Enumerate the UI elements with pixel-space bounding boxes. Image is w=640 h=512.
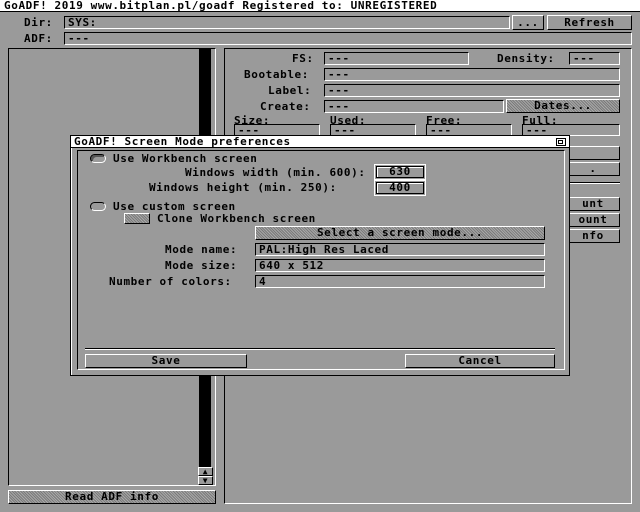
windows-width-field[interactable]: 630	[376, 166, 424, 178]
create-label: Create:	[260, 100, 311, 113]
bootable-field: ---	[324, 68, 620, 81]
dialog-separator	[85, 348, 555, 350]
fs-field: ---	[324, 52, 469, 65]
mode-size-field: 640 x 512	[255, 259, 545, 272]
use-workbench-label: Use Workbench screen	[113, 152, 258, 165]
window-title-bar[interactable]: GoADF! 2019 www.bitplan.pl/goadf Registe…	[0, 0, 640, 12]
dialog-title: GoADF! Screen Mode preferences	[74, 135, 291, 148]
dir-browse-button[interactable]: ...	[512, 15, 544, 30]
clone-workbench-label: Clone Workbench screen	[157, 212, 316, 225]
chevron-up-icon: ▲	[202, 467, 209, 476]
cancel-button[interactable]: Cancel	[405, 354, 555, 368]
bootable-label: Bootable:	[244, 68, 310, 81]
windows-height-label: Windows height (min. 250):	[149, 181, 337, 194]
info-panel-button-5[interactable]: nfo	[566, 229, 620, 243]
dialog-depth-gadget[interactable]	[556, 138, 566, 146]
depth-icon	[558, 140, 563, 144]
info-panel-separator	[566, 182, 620, 184]
use-workbench-radio[interactable]	[90, 154, 106, 163]
scroll-down-button[interactable]: ▼	[198, 476, 213, 485]
adf-label: ADF:	[24, 32, 53, 45]
refresh-button[interactable]: Refresh	[547, 15, 632, 30]
scroll-up-button[interactable]: ▲	[198, 467, 213, 476]
chevron-down-icon: ▼	[202, 476, 209, 485]
label-label: Label:	[268, 84, 312, 97]
dates-button[interactable]: Dates...	[506, 99, 620, 113]
dir-field[interactable]: SYS:	[64, 16, 510, 29]
clone-workbench-checkbox[interactable]	[124, 213, 150, 224]
window-title: GoADF! 2019 www.bitplan.pl/goadf Registe…	[4, 0, 438, 12]
mode-name-label: Mode name:	[165, 243, 238, 256]
num-colors-label: Number of colors:	[109, 275, 232, 288]
info-panel-button-1[interactable]	[566, 146, 620, 160]
screen-mode-dialog: GoADF! Screen Mode preferences Use Workb…	[70, 135, 570, 376]
info-panel-button-4[interactable]: ount	[566, 213, 620, 227]
num-colors-field: 4	[255, 275, 545, 288]
mode-name-field: PAL:High Res Laced	[255, 243, 545, 256]
info-panel-button-2[interactable]: .	[566, 162, 620, 176]
dialog-title-bar[interactable]: GoADF! Screen Mode preferences	[71, 136, 569, 148]
density-label: Density:	[497, 52, 555, 65]
windows-width-label: Windows width (min. 600):	[185, 166, 366, 179]
density-field: ---	[569, 52, 620, 65]
mode-size-label: Mode size:	[165, 259, 238, 272]
windows-height-field[interactable]: 400	[376, 182, 424, 194]
adf-field[interactable]: ---	[64, 32, 632, 45]
fs-label: FS:	[292, 52, 314, 65]
create-field: ---	[324, 100, 504, 113]
dir-label: Dir:	[24, 16, 53, 29]
save-button[interactable]: Save	[85, 354, 247, 368]
info-panel-button-3[interactable]: unt	[566, 197, 620, 211]
read-adf-info-button[interactable]: Read ADF info	[8, 490, 216, 504]
use-custom-radio[interactable]	[90, 202, 106, 211]
label-field: ---	[324, 84, 620, 97]
select-screen-mode-button[interactable]: Select a screen mode...	[255, 226, 545, 240]
